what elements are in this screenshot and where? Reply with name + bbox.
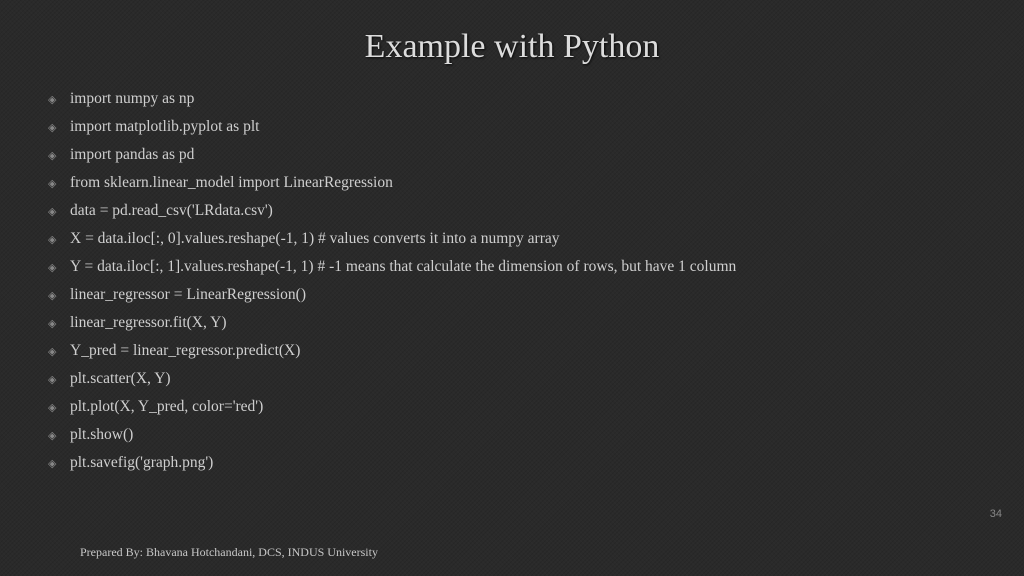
bullet-icon: ◈ [48, 459, 58, 469]
list-item-text: Y_pred = linear_regressor.predict(X) [70, 342, 976, 360]
list-item-text: plt.show() [70, 426, 976, 444]
list-item-text: import pandas as pd [70, 146, 976, 164]
list-item-text: linear_regressor.fit(X, Y) [70, 314, 976, 332]
list-item: ◈ import pandas as pd [48, 146, 976, 164]
bullet-icon: ◈ [48, 151, 58, 161]
list-item: ◈ Y_pred = linear_regressor.predict(X) [48, 342, 976, 360]
bullet-icon: ◈ [48, 207, 58, 217]
list-item-text: plt.scatter(X, Y) [70, 370, 976, 388]
list-item-text: import matplotlib.pyplot as plt [70, 118, 976, 136]
list-item: ◈ linear_regressor = LinearRegression() [48, 286, 976, 304]
list-item-text: plt.savefig('graph.png') [70, 454, 976, 472]
list-item: ◈ plt.plot(X, Y_pred, color='red') [48, 398, 976, 416]
bullet-icon: ◈ [48, 95, 58, 105]
list-item: ◈ plt.savefig('graph.png') [48, 454, 976, 472]
list-item: ◈ import numpy as np [48, 90, 976, 108]
list-item: ◈ plt.scatter(X, Y) [48, 370, 976, 388]
bullet-icon: ◈ [48, 347, 58, 357]
bullet-icon: ◈ [48, 375, 58, 385]
list-item: ◈ import matplotlib.pyplot as plt [48, 118, 976, 136]
bullet-icon: ◈ [48, 263, 58, 273]
bullet-icon: ◈ [48, 235, 58, 245]
bullet-icon: ◈ [48, 403, 58, 413]
bullet-icon: ◈ [48, 291, 58, 301]
list-item: ◈ X = data.iloc[:, 0].values.reshape(-1,… [48, 230, 976, 248]
list-item-text: X = data.iloc[:, 0].values.reshape(-1, 1… [70, 230, 976, 248]
list-item-text: data = pd.read_csv('LRdata.csv') [70, 202, 976, 220]
bullet-icon: ◈ [48, 319, 58, 329]
list-item: ◈ plt.show() [48, 426, 976, 444]
page-number: 34 [990, 508, 1002, 520]
bullet-icon: ◈ [48, 123, 58, 133]
list-item-text: from sklearn.linear_model import LinearR… [70, 174, 976, 192]
list-item: ◈ linear_regressor.fit(X, Y) [48, 314, 976, 332]
footer-credit: Prepared By: Bhavana Hotchandani, DCS, I… [80, 545, 378, 560]
list-item-text: plt.plot(X, Y_pred, color='red') [70, 398, 976, 416]
list-item: ◈ data = pd.read_csv('LRdata.csv') [48, 202, 976, 220]
list-item: ◈ Y = data.iloc[:, 1].values.reshape(-1,… [48, 258, 976, 276]
list-item-text: import numpy as np [70, 90, 976, 108]
list-item-text: linear_regressor = LinearRegression() [70, 286, 976, 304]
list-item: ◈ from sklearn.linear_model import Linea… [48, 174, 976, 192]
bullet-icon: ◈ [48, 431, 58, 441]
slide-title: Example with Python [0, 0, 1024, 90]
list-item-text: Y = data.iloc[:, 1].values.reshape(-1, 1… [70, 258, 976, 276]
bullet-list: ◈ import numpy as np ◈ import matplotlib… [0, 90, 1024, 472]
bullet-icon: ◈ [48, 179, 58, 189]
